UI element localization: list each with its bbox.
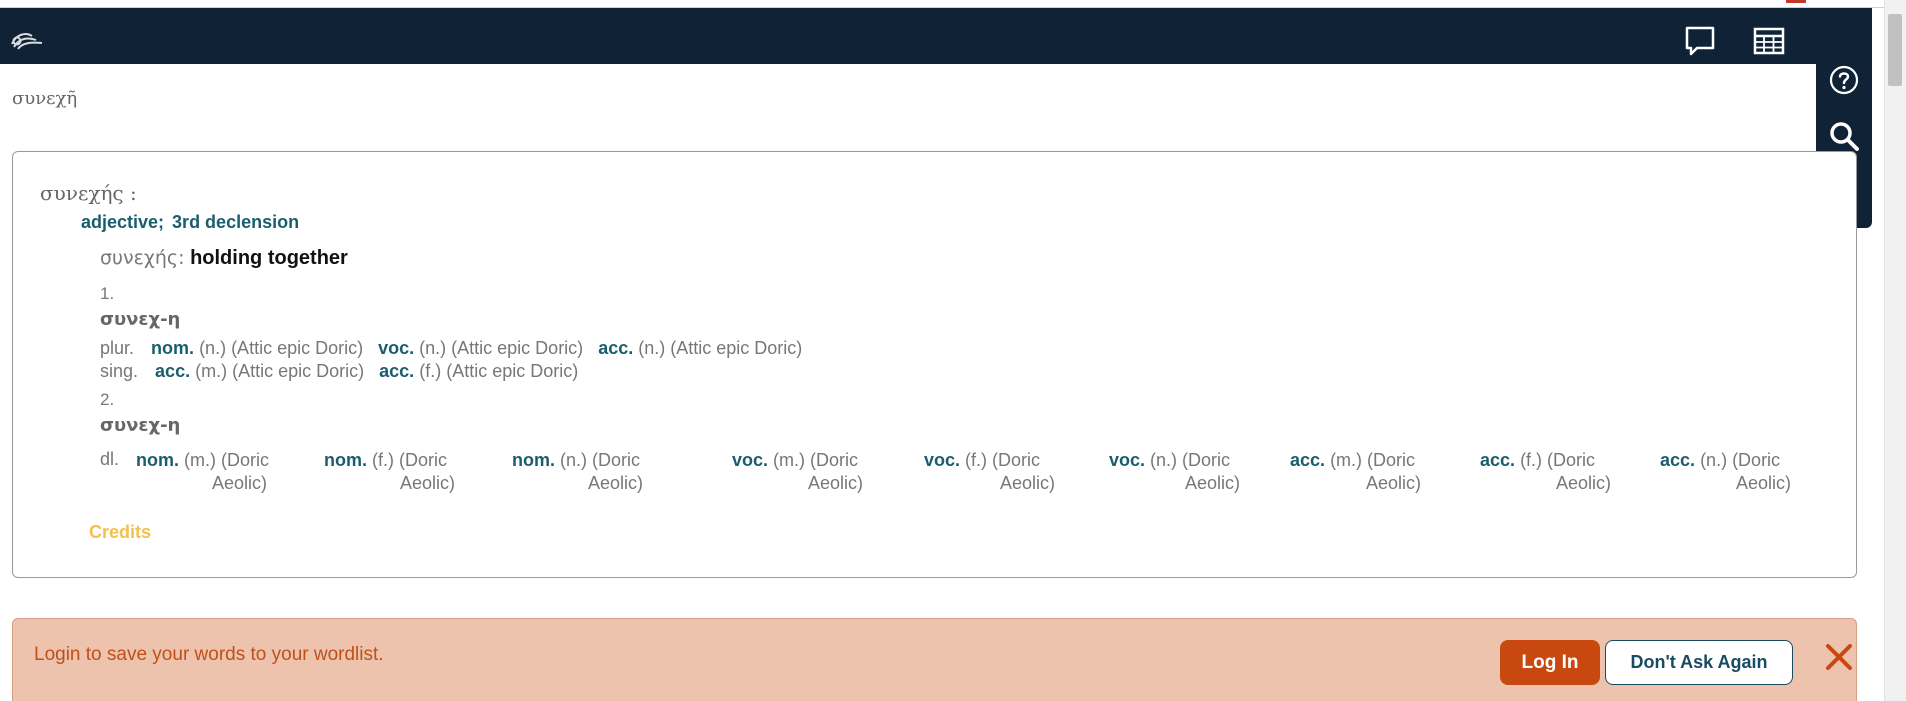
search-icon[interactable]: [1828, 120, 1860, 152]
form-info-dialect: Aeolic): [588, 473, 644, 493]
form-info-dialect: Aeolic): [1736, 473, 1792, 493]
form-info: (n.) (Doric: [560, 450, 641, 470]
browser-top-strip: [0, 0, 1906, 8]
dual-cell: voc. (n.) (Doric Aeolic): [1109, 449, 1279, 495]
form-info: (n.) (Doric: [1700, 450, 1781, 470]
case-label[interactable]: acc.: [379, 361, 414, 381]
page-scrollbar[interactable]: [1884, 0, 1906, 701]
search-query: συνεχῆ: [12, 88, 78, 109]
form-info: (n.) (Attic epic Doric): [419, 338, 584, 358]
case-label[interactable]: acc.: [598, 338, 633, 358]
dual-cell: voc. (m.) (Doric Aeolic): [732, 449, 902, 495]
inflection-row-singular: sing. acc. (m.) (Attic epic Doric) acc. …: [100, 361, 588, 382]
inflection-row-plural: plur. nom. (n.) (Attic epic Doric) voc. …: [100, 338, 812, 359]
help-icon[interactable]: [1828, 64, 1860, 96]
close-icon[interactable]: [1823, 641, 1855, 673]
dual-cell: nom. (m.) (Doric Aeolic): [136, 449, 306, 495]
row-label: sing.: [100, 361, 139, 381]
pos-adjective[interactable]: adjective;: [81, 212, 164, 232]
group-number: 2.: [100, 390, 115, 409]
form-info-dialect: Aeolic): [808, 473, 864, 493]
form-info: (f.) (Doric: [1520, 450, 1596, 470]
case-label[interactable]: voc.: [924, 450, 960, 470]
scrollbar-thumb[interactable]: [1888, 14, 1902, 86]
form-info-dialect: Aeolic): [1366, 473, 1422, 493]
perseus-logo-icon[interactable]: [10, 30, 44, 52]
pos-declension[interactable]: 3rd declension: [172, 212, 299, 232]
dual-cell: acc. (m.) (Doric Aeolic): [1290, 449, 1460, 495]
case-label[interactable]: nom.: [324, 450, 367, 470]
case-label[interactable]: voc.: [1109, 450, 1145, 470]
browser-indicator: [1786, 0, 1806, 3]
entry-gloss: συνεχής: holding together: [100, 247, 348, 270]
banner-message: Login to save your words to your wordlis…: [34, 644, 384, 665]
case-label[interactable]: nom.: [512, 450, 555, 470]
dont-ask-again-button[interactable]: Don't Ask Again: [1605, 640, 1793, 685]
dictionary-entry: συνεχής : adjective; 3rd declension συνεχ…: [12, 151, 1857, 578]
form-info: (m.) (Doric: [1330, 450, 1416, 470]
form-info-dialect: Aeolic): [1556, 473, 1612, 493]
gloss-greek: συνεχής:: [100, 247, 185, 269]
case-label[interactable]: voc.: [378, 338, 414, 358]
top-navbar: [0, 8, 1872, 64]
form-info: (n.) (Attic epic Doric): [199, 338, 364, 358]
row-label: plur.: [100, 338, 135, 358]
form-info-dialect: Aeolic): [400, 473, 456, 493]
form-info-dialect: Aeolic): [212, 473, 268, 493]
form-info: (n.) (Attic epic Doric): [638, 338, 803, 358]
form-info: (f.) (Doric: [965, 450, 1041, 470]
case-label[interactable]: acc.: [1290, 450, 1325, 470]
case-label[interactable]: nom.: [136, 450, 179, 470]
login-button[interactable]: Log In: [1500, 640, 1600, 685]
case-label[interactable]: acc.: [1480, 450, 1515, 470]
form-info: (m.) (Attic epic Doric): [195, 361, 365, 381]
case-label[interactable]: acc.: [1660, 450, 1695, 470]
dual-cell: nom. (n.) (Doric Aeolic): [512, 449, 682, 495]
form-info: (n.) (Doric: [1150, 450, 1231, 470]
group-stem: συνεχ-η: [100, 415, 181, 436]
entry-lemma: συνεχής :: [40, 181, 137, 205]
form-info-dialect: Aeolic): [1000, 473, 1056, 493]
login-prompt-banner: Login to save your words to your wordlis…: [12, 618, 1857, 701]
case-label[interactable]: acc.: [155, 361, 190, 381]
form-info: (m.) (Doric: [773, 450, 859, 470]
part-of-speech: adjective; 3rd declension: [81, 212, 307, 233]
group-stem: συνεχ-η: [100, 309, 181, 330]
form-info: (m.) (Doric: [184, 450, 269, 470]
comment-icon[interactable]: [1683, 24, 1717, 58]
dual-cell: voc. (f.) (Doric Aeolic): [924, 449, 1094, 495]
row-label: dl.: [100, 449, 120, 469]
form-info-dialect: Aeolic): [1185, 473, 1241, 493]
form-info: (f.) (Attic epic Doric): [419, 361, 579, 381]
dual-cell: acc. (f.) (Doric Aeolic): [1480, 449, 1650, 495]
credits-link[interactable]: Credits: [89, 522, 151, 543]
dual-cell: acc. (n.) (Doric Aeolic): [1660, 449, 1830, 495]
form-info: (f.) (Doric: [372, 450, 448, 470]
group-number: 1.: [100, 284, 115, 303]
table-icon[interactable]: [1752, 24, 1786, 58]
gloss-english: holding together: [190, 247, 348, 269]
dual-cell: nom. (f.) (Doric Aeolic): [324, 449, 494, 495]
case-label[interactable]: voc.: [732, 450, 768, 470]
case-label[interactable]: nom.: [151, 338, 194, 358]
